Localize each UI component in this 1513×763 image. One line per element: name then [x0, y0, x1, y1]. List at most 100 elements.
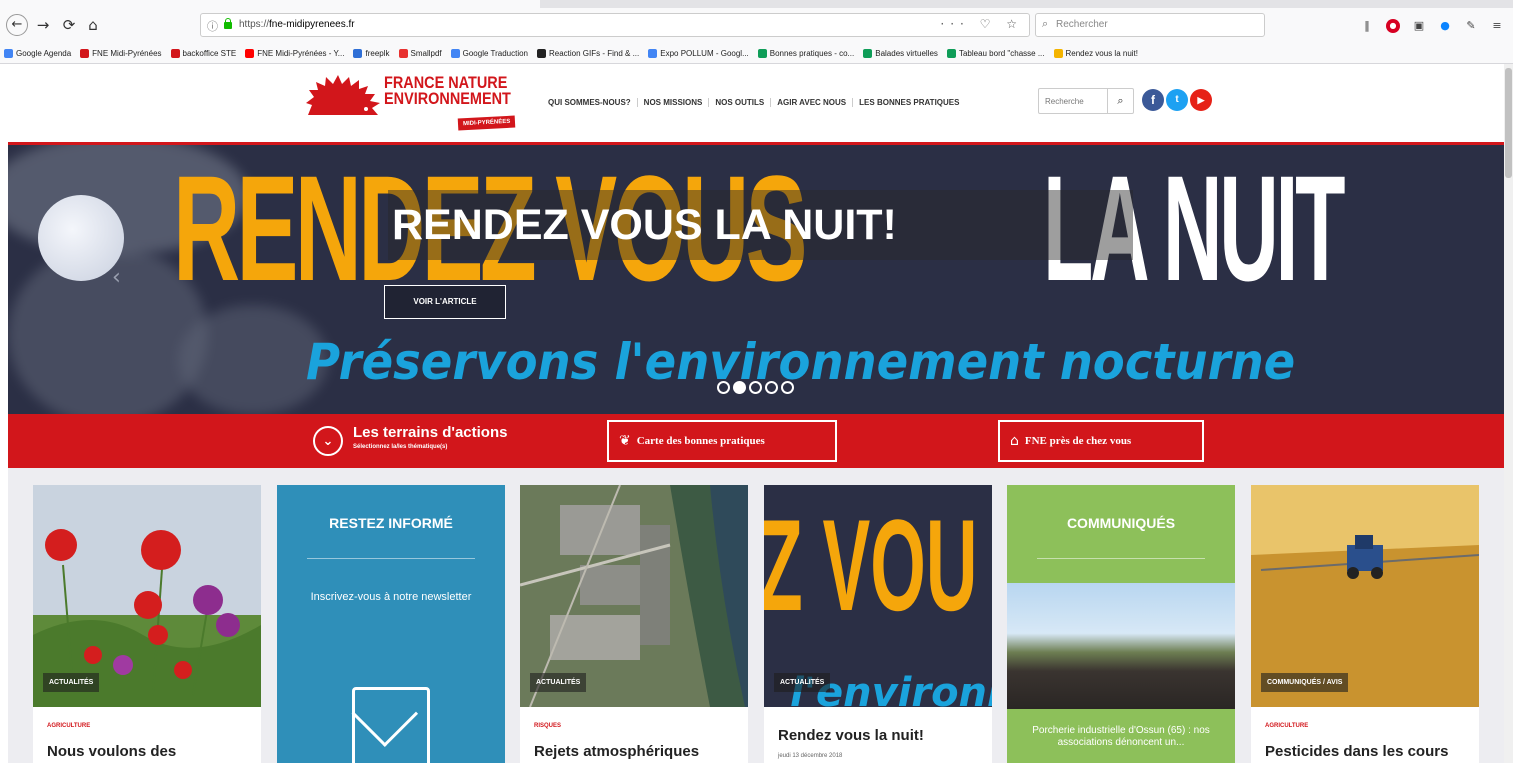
search-icon: ⌕	[1042, 17, 1049, 30]
bookmark-item[interactable]: Bonnes pratiques - co...	[757, 48, 854, 58]
communique-text[interactable]: Porcherie industrielle d'Ossun (65) : no…	[1021, 725, 1221, 749]
youtube-icon[interactable]: ▶	[1190, 89, 1212, 111]
bookmark-favicon-icon	[946, 48, 956, 58]
page-actions-icon[interactable]: ··· ♡ ☆	[940, 17, 1023, 31]
bookmark-item[interactable]: backoffice STE	[170, 48, 237, 58]
bookmark-favicon-icon	[648, 48, 658, 58]
hero-caption: RENDEZ VOUS LA NUIT!	[392, 201, 897, 249]
lock-icon[interactable]	[223, 18, 233, 30]
search-button-icon[interactable]: ⌕	[1107, 89, 1133, 113]
card-title[interactable]: Rejets atmosphériques	[534, 743, 699, 760]
tab-strip	[0, 0, 1513, 8]
slider-dot[interactable]	[717, 381, 730, 394]
chevron-left-icon[interactable]: ‹	[112, 265, 121, 290]
facebook-icon[interactable]: f	[1142, 89, 1164, 111]
bookmark-label: Google Agenda	[16, 48, 72, 58]
fne-pres-de-chez-vous-button[interactable]: ⌂ FNE près de chez vous	[998, 420, 1204, 462]
bookmark-item[interactable]: Rendez vous la nuit!	[1053, 48, 1139, 58]
menu-icon[interactable]: ≡	[1490, 19, 1504, 33]
bookmark-label: backoffice STE	[182, 48, 237, 58]
reload-icon[interactable]: ⟳	[58, 14, 80, 36]
bookmark-favicon-icon	[353, 48, 363, 58]
carte-bonnes-pratiques-button[interactable]: ❦ Carte des bonnes pratiques	[607, 420, 837, 462]
nav-agir-avec-nous[interactable]: AGIR AVEC NOUS	[771, 97, 854, 107]
nav-nos-missions[interactable]: NOS MISSIONS	[638, 97, 710, 107]
site-search-input[interactable]: Recherche ⌕	[1038, 88, 1134, 114]
bookmark-favicon-icon	[1053, 48, 1063, 58]
action-bar: ⌄ Les terrains d'actions Sélectionnez la…	[8, 414, 1504, 468]
card-tag: COMMUNIQUÉS / AVIS	[1261, 673, 1349, 692]
nav-bonnes-pratiques[interactable]: LES BONNES PRATIQUES	[853, 98, 965, 107]
active-tab[interactable]	[0, 0, 540, 8]
site-search-placeholder: Recherche	[1045, 97, 1084, 106]
terrains-actions-title[interactable]: Les terrains d'actions	[353, 424, 507, 441]
slider-dot[interactable]	[765, 381, 778, 394]
bookmark-favicon-icon	[398, 48, 408, 58]
bookmark-favicon-icon	[450, 48, 460, 58]
twitter-icon[interactable]: t	[1166, 89, 1188, 111]
slider-dot[interactable]	[749, 381, 762, 394]
chevron-down-icon[interactable]: ⌄	[313, 426, 343, 456]
forward-icon[interactable]: →	[32, 14, 54, 36]
nav-nos-outils[interactable]: NOS OUTILS	[709, 97, 772, 107]
bookmark-label: freeplk	[365, 48, 390, 58]
field-photo	[1007, 583, 1235, 709]
bookmark-item[interactable]: FNE Midi-Pyrénées - Y...	[245, 48, 345, 58]
bookmark-item[interactable]: freeplk	[353, 48, 390, 58]
extension-drop-icon[interactable]: ●	[1438, 19, 1452, 33]
url-text[interactable]: https://fne-midipyrenees.fr	[239, 19, 355, 30]
card-tag: ACTUALITÉS	[774, 673, 831, 692]
bookmark-label: Reaction GIFs - Find & ...	[549, 48, 640, 58]
newsletter-heading: RESTEZ INFORMÉ	[329, 515, 453, 531]
bookmark-item[interactable]: Google Traduction	[450, 48, 528, 58]
scrollbar-thumb[interactable]	[1505, 68, 1512, 178]
envelope-icon[interactable]	[352, 687, 430, 763]
ublock-icon[interactable]: ●	[1386, 19, 1400, 33]
card-title[interactable]: Rendez vous la nuit!	[778, 727, 924, 744]
pen-icon[interactable]: ✎	[1464, 19, 1478, 33]
nav-qui-sommes-nous[interactable]: QUI SOMMES-NOUS?	[542, 97, 638, 107]
communiques-card[interactable]: COMMUNIQUÉS Porcherie industrielle d'Oss…	[1007, 485, 1235, 763]
news-card[interactable]: ACTUALITÉS AGRICULTURE Nous voulons des	[33, 485, 261, 763]
card-title[interactable]: Pesticides dans les cours	[1265, 743, 1448, 760]
slider-pagination	[717, 381, 794, 394]
bookmark-item[interactable]: Smallpdf	[398, 48, 442, 58]
bookmark-favicon-icon	[863, 48, 873, 58]
bookmark-item[interactable]: FNE Midi-Pyrénées	[80, 48, 162, 58]
bookmark-item[interactable]: Balades virtuelles	[863, 48, 938, 58]
newsletter-card[interactable]: RESTEZ INFORMÉ Inscrivez-vous à notre ne…	[277, 485, 505, 763]
card-category[interactable]: RISQUES	[534, 723, 561, 729]
bookmark-favicon-icon	[757, 48, 767, 58]
news-card[interactable]: COMMUNIQUÉS / AVIS AGRICULTURE Pesticide…	[1251, 485, 1479, 763]
fne-logo[interactable]: FRANCE NATURE ENVIRONNEMENT MIDI-PYRÉNÉE…	[304, 69, 536, 137]
bookmark-item[interactable]: Tableau bord "chasse ...	[946, 48, 1045, 58]
card-category[interactable]: AGRICULTURE	[47, 723, 90, 729]
navigation-toolbar: ← → ⟳ ⌂ ⓘ https://fne-midipyrenees.fr ··…	[0, 10, 1513, 40]
home-icon[interactable]: ⌂	[82, 14, 104, 36]
info-icon[interactable]: ⓘ	[207, 18, 218, 34]
news-card[interactable]: Z VOU l'environn ACTUALITÉS Rendez vous …	[764, 485, 992, 763]
browser-search-placeholder: Rechercher	[1056, 19, 1108, 30]
page-scrollbar[interactable]	[1504, 64, 1513, 763]
bookmark-label: Rendez vous la nuit!	[1065, 48, 1139, 58]
voir-article-button[interactable]: VOIR L'ARTICLE	[384, 285, 506, 319]
card-title[interactable]: Nous voulons des	[47, 743, 176, 760]
library-icon[interactable]: ‖	[1360, 19, 1374, 33]
back-icon[interactable]: ←	[6, 14, 28, 36]
bookmark-favicon-icon	[4, 48, 13, 58]
card-category[interactable]: AGRICULTURE	[1265, 723, 1308, 729]
toolbar-icons: ‖ ● ▣ ● ✎ ≡	[1360, 16, 1504, 36]
news-card[interactable]: ACTUALITÉS RISQUES Rejets atmosphériques	[520, 485, 748, 763]
browser-search-input[interactable]: ⌕ Rechercher	[1035, 13, 1265, 37]
carte-bonnes-pratiques-label: Carte des bonnes pratiques	[636, 435, 765, 447]
url-bar[interactable]: ⓘ https://fne-midipyrenees.fr ··· ♡ ☆	[200, 13, 1030, 37]
bookmark-item[interactable]: Reaction GIFs - Find & ...	[537, 48, 640, 58]
slider-dot[interactable]	[781, 381, 794, 394]
slider-dot-active[interactable]	[733, 381, 746, 394]
fne-pres-de-chez-vous-label: FNE près de chez vous	[1024, 435, 1132, 447]
bookmark-label: FNE Midi-Pyrénées - Y...	[257, 48, 345, 58]
bookmark-favicon-icon	[80, 48, 90, 58]
bookmark-item[interactable]: Google Agenda	[4, 48, 72, 58]
reader-view-icon[interactable]: ▣	[1412, 19, 1426, 33]
bookmark-item[interactable]: Expo POLLUM - Googl...	[648, 48, 749, 58]
